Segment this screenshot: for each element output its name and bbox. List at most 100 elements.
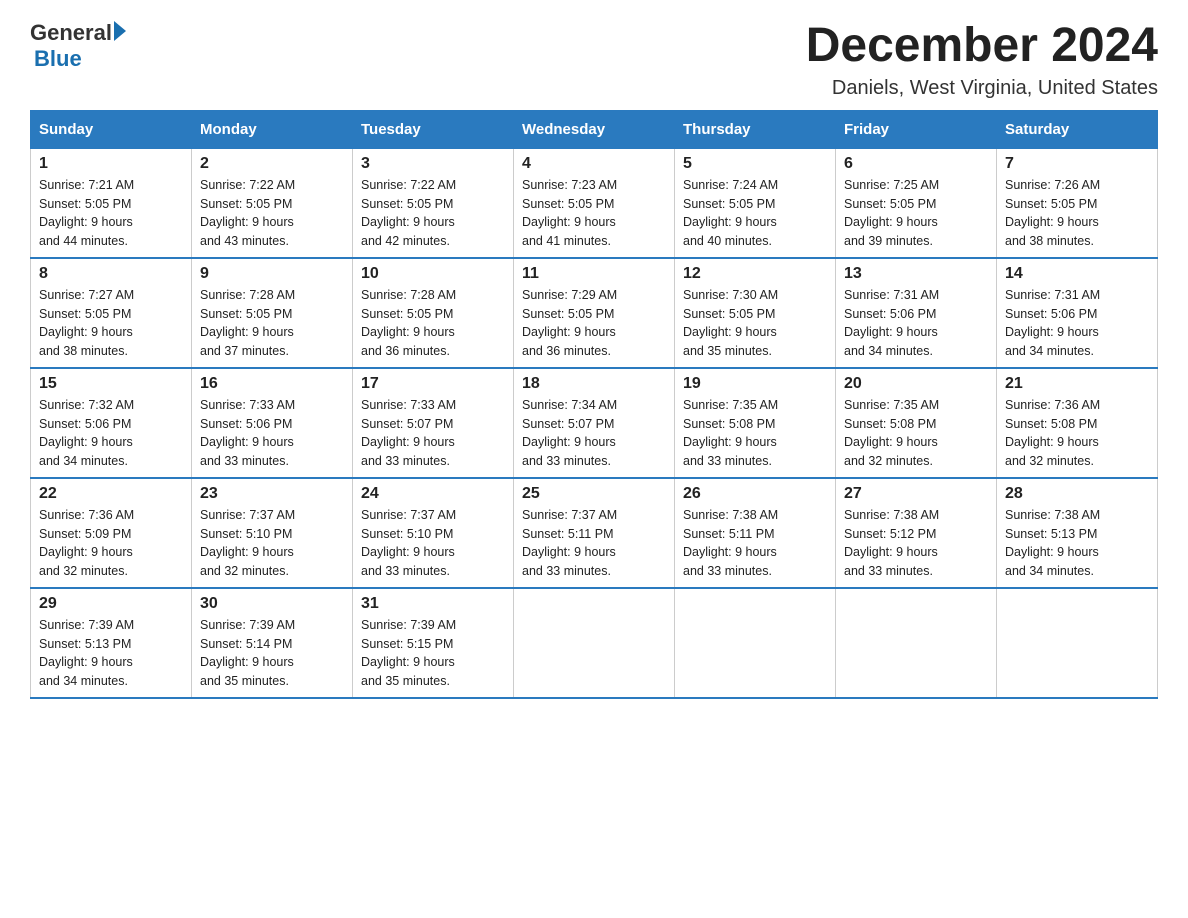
day-number: 3 xyxy=(361,155,505,173)
day-info: Sunrise: 7:36 AMSunset: 5:09 PMDaylight:… xyxy=(39,506,183,581)
calendar-cell xyxy=(514,588,675,698)
calendar-cell: 18 Sunrise: 7:34 AMSunset: 5:07 PMDayligh… xyxy=(514,368,675,478)
day-number: 25 xyxy=(522,485,666,503)
day-number: 18 xyxy=(522,375,666,393)
day-number: 27 xyxy=(844,485,988,503)
calendar-cell xyxy=(836,588,997,698)
day-info: Sunrise: 7:32 AMSunset: 5:06 PMDaylight:… xyxy=(39,396,183,471)
day-info: Sunrise: 7:26 AMSunset: 5:05 PMDaylight:… xyxy=(1005,176,1149,251)
day-number: 21 xyxy=(1005,375,1149,393)
calendar-cell: 12Sunrise: 7:30 AMSunset: 5:05 PMDayligh… xyxy=(675,258,836,368)
calendar-cell: 3 Sunrise: 7:22 AMSunset: 5:05 PMDaylight… xyxy=(353,148,514,258)
day-number: 4 xyxy=(522,155,666,173)
day-number: 28 xyxy=(1005,485,1149,503)
day-info: Sunrise: 7:39 AMSunset: 5:13 PMDaylight:… xyxy=(39,616,183,691)
calendar-cell xyxy=(997,588,1158,698)
calendar-cell: 5 Sunrise: 7:24 AMSunset: 5:05 PMDaylight… xyxy=(675,148,836,258)
day-number: 2 xyxy=(200,155,344,173)
calendar-cell: 1 Sunrise: 7:21 AMSunset: 5:05 PMDaylight… xyxy=(31,148,192,258)
day-number: 7 xyxy=(1005,155,1149,173)
day-info: Sunrise: 7:35 AMSunset: 5:08 PMDaylight:… xyxy=(683,396,827,471)
day-info: Sunrise: 7:22 AMSunset: 5:05 PMDaylight:… xyxy=(200,176,344,251)
calendar-cell: 6Sunrise: 7:25 AMSunset: 5:05 PMDaylight… xyxy=(836,148,997,258)
day-info: Sunrise: 7:37 AMSunset: 5:10 PMDaylight:… xyxy=(361,506,505,581)
calendar-body: 1 Sunrise: 7:21 AMSunset: 5:05 PMDaylight… xyxy=(31,148,1158,698)
day-info: Sunrise: 7:34 AMSunset: 5:07 PMDaylight:… xyxy=(522,396,666,471)
calendar-cell: 17 Sunrise: 7:33 AMSunset: 5:07 PMDayligh… xyxy=(353,368,514,478)
header-wednesday: Wednesday xyxy=(514,110,675,148)
calendar-title-section: December 2024 Daniels, West Virginia, Un… xyxy=(806,20,1158,100)
day-number: 1 xyxy=(39,155,183,173)
calendar-cell: 22 Sunrise: 7:36 AMSunset: 5:09 PMDayligh… xyxy=(31,478,192,588)
day-info: Sunrise: 7:35 AMSunset: 5:08 PMDaylight:… xyxy=(844,396,988,471)
day-number: 15 xyxy=(39,375,183,393)
day-number: 16 xyxy=(200,375,344,393)
day-number: 24 xyxy=(361,485,505,503)
calendar-cell: 15 Sunrise: 7:32 AMSunset: 5:06 PMDayligh… xyxy=(31,368,192,478)
calendar-table: SundayMondayTuesdayWednesdayThursdayFrid… xyxy=(30,110,1158,699)
day-number: 10 xyxy=(361,265,505,283)
day-info: Sunrise: 7:39 AMSunset: 5:15 PMDaylight:… xyxy=(361,616,505,691)
day-number: 22 xyxy=(39,485,183,503)
logo: General Blue xyxy=(30,20,126,72)
header-tuesday: Tuesday xyxy=(353,110,514,148)
day-info: Sunrise: 7:23 AMSunset: 5:05 PMDaylight:… xyxy=(522,176,666,251)
header-monday: Monday xyxy=(192,110,353,148)
week-row-2: 8 Sunrise: 7:27 AMSunset: 5:05 PMDaylight… xyxy=(31,258,1158,368)
week-row-5: 29Sunrise: 7:39 AMSunset: 5:13 PMDayligh… xyxy=(31,588,1158,698)
day-number: 11 xyxy=(522,265,666,283)
day-info: Sunrise: 7:39 AMSunset: 5:14 PMDaylight:… xyxy=(200,616,344,691)
day-info: Sunrise: 7:38 AMSunset: 5:11 PMDaylight:… xyxy=(683,506,827,581)
calendar-cell: 31Sunrise: 7:39 AMSunset: 5:15 PMDayligh… xyxy=(353,588,514,698)
calendar-cell: 8 Sunrise: 7:27 AMSunset: 5:05 PMDaylight… xyxy=(31,258,192,368)
calendar-cell: 30 Sunrise: 7:39 AMSunset: 5:14 PMDayligh… xyxy=(192,588,353,698)
calendar-cell xyxy=(675,588,836,698)
calendar-cell: 21 Sunrise: 7:36 AMSunset: 5:08 PMDayligh… xyxy=(997,368,1158,478)
day-number: 5 xyxy=(683,155,827,173)
logo-general-text: General xyxy=(30,20,112,46)
day-info: Sunrise: 7:38 AMSunset: 5:13 PMDaylight:… xyxy=(1005,506,1149,581)
day-info: Sunrise: 7:31 AMSunset: 5:06 PMDaylight:… xyxy=(844,286,988,361)
day-info: Sunrise: 7:29 AMSunset: 5:05 PMDaylight:… xyxy=(522,286,666,361)
calendar-cell: 23Sunrise: 7:37 AMSunset: 5:10 PMDayligh… xyxy=(192,478,353,588)
day-info: Sunrise: 7:21 AMSunset: 5:05 PMDaylight:… xyxy=(39,176,183,251)
day-number: 17 xyxy=(361,375,505,393)
logo-arrow-icon xyxy=(114,21,126,41)
calendar-cell: 25Sunrise: 7:37 AMSunset: 5:11 PMDayligh… xyxy=(514,478,675,588)
day-number: 23 xyxy=(200,485,344,503)
day-info: Sunrise: 7:38 AMSunset: 5:12 PMDaylight:… xyxy=(844,506,988,581)
calendar-cell: 9Sunrise: 7:28 AMSunset: 5:05 PMDaylight… xyxy=(192,258,353,368)
calendar-cell: 19 Sunrise: 7:35 AMSunset: 5:08 PMDayligh… xyxy=(675,368,836,478)
day-info: Sunrise: 7:22 AMSunset: 5:05 PMDaylight:… xyxy=(361,176,505,251)
calendar-cell: 16Sunrise: 7:33 AMSunset: 5:06 PMDayligh… xyxy=(192,368,353,478)
calendar-title: December 2024 xyxy=(806,20,1158,73)
calendar-cell: 2 Sunrise: 7:22 AMSunset: 5:05 PMDaylight… xyxy=(192,148,353,258)
day-info: Sunrise: 7:27 AMSunset: 5:05 PMDaylight:… xyxy=(39,286,183,361)
calendar-cell: 26 Sunrise: 7:38 AMSunset: 5:11 PMDayligh… xyxy=(675,478,836,588)
day-number: 20 xyxy=(844,375,988,393)
day-info: Sunrise: 7:33 AMSunset: 5:07 PMDaylight:… xyxy=(361,396,505,471)
calendar-cell: 27 Sunrise: 7:38 AMSunset: 5:12 PMDayligh… xyxy=(836,478,997,588)
calendar-cell: 20 Sunrise: 7:35 AMSunset: 5:08 PMDayligh… xyxy=(836,368,997,478)
day-number: 19 xyxy=(683,375,827,393)
day-number: 26 xyxy=(683,485,827,503)
day-number: 13 xyxy=(844,265,988,283)
calendar-cell: 10Sunrise: 7:28 AMSunset: 5:05 PMDayligh… xyxy=(353,258,514,368)
calendar-cell: 4 Sunrise: 7:23 AMSunset: 5:05 PMDaylight… xyxy=(514,148,675,258)
calendar-header: SundayMondayTuesdayWednesdayThursdayFrid… xyxy=(31,110,1158,148)
calendar-subtitle: Daniels, West Virginia, United States xyxy=(806,77,1158,100)
calendar-cell: 7 Sunrise: 7:26 AMSunset: 5:05 PMDaylight… xyxy=(997,148,1158,258)
header-friday: Friday xyxy=(836,110,997,148)
day-number: 6 xyxy=(844,155,988,173)
calendar-cell: 24 Sunrise: 7:37 AMSunset: 5:10 PMDayligh… xyxy=(353,478,514,588)
day-info: Sunrise: 7:36 AMSunset: 5:08 PMDaylight:… xyxy=(1005,396,1149,471)
page-header: General Blue December 2024 Daniels, West… xyxy=(30,20,1158,100)
calendar-cell: 13 Sunrise: 7:31 AMSunset: 5:06 PMDayligh… xyxy=(836,258,997,368)
day-number: 12 xyxy=(683,265,827,283)
day-number: 8 xyxy=(39,265,183,283)
day-number: 30 xyxy=(200,595,344,613)
header-saturday: Saturday xyxy=(997,110,1158,148)
day-info: Sunrise: 7:24 AMSunset: 5:05 PMDaylight:… xyxy=(683,176,827,251)
week-row-1: 1 Sunrise: 7:21 AMSunset: 5:05 PMDaylight… xyxy=(31,148,1158,258)
header-sunday: Sunday xyxy=(31,110,192,148)
